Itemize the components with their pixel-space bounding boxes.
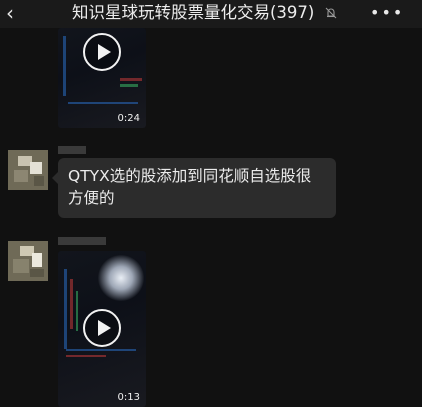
- sender-avatar[interactable]: [8, 241, 48, 281]
- chat-title: 知识星球玩转股票量化交易(397): [72, 3, 315, 22]
- sender-name-redacted: [58, 146, 86, 154]
- video-duration: 0:24: [117, 113, 140, 124]
- back-chevron-icon[interactable]: ‹: [6, 2, 26, 24]
- sender-name-redacted: [58, 237, 106, 245]
- message-text: QTYX选的股添加到同花顺自选股很方便的: [68, 167, 312, 207]
- play-button-icon[interactable]: [83, 33, 121, 71]
- chat-header: ‹ 知识星球玩转股票量化交易(397) •••: [0, 0, 422, 28]
- video-message[interactable]: 0:24: [58, 28, 146, 128]
- play-button-icon[interactable]: [83, 309, 121, 347]
- bell-off-icon: [325, 7, 337, 19]
- sender-avatar[interactable]: [8, 150, 48, 190]
- video-message[interactable]: 0:13: [58, 251, 146, 407]
- text-message-bubble[interactable]: QTYX选的股添加到同花顺自选股很方便的: [52, 158, 336, 218]
- video-duration: 0:13: [117, 392, 140, 403]
- more-options-icon[interactable]: •••: [370, 2, 402, 24]
